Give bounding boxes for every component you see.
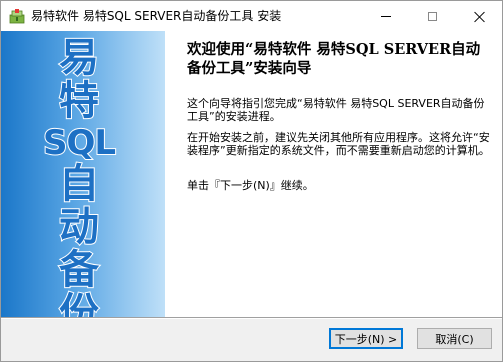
minimize-icon bbox=[381, 15, 391, 17]
banner-char: 自 bbox=[58, 161, 100, 207]
close-apps-text: 在开始安装之前，建议先关闭其他所有应用程序。这将允许“安装程序”更新指定的系统文… bbox=[187, 131, 490, 157]
welcome-heading: 欢迎使用“易特软件 易特SQL SERVER自动备份工具”安装向导 bbox=[187, 41, 481, 77]
banner-char: SQL bbox=[42, 122, 117, 164]
installer-window: 易特软件 易特SQL SERVER自动备份工具 安装 易 特 SQL 自 动 备… bbox=[0, 0, 503, 362]
banner-char: 易 bbox=[58, 35, 100, 81]
close-icon bbox=[474, 11, 485, 22]
banner-char: 特 bbox=[58, 78, 100, 124]
side-banner: 易 特 SQL 自 动 备 份 bbox=[1, 31, 165, 317]
window-title: 易特软件 易特SQL SERVER自动备份工具 安装 bbox=[31, 9, 282, 23]
title-bar[interactable]: 易特软件 易特SQL SERVER自动备份工具 安装 bbox=[1, 1, 502, 31]
maximize-icon bbox=[427, 11, 437, 21]
footer-divider-highlight bbox=[1, 318, 502, 319]
minimize-button[interactable] bbox=[363, 1, 409, 31]
banner-char: 份 bbox=[58, 290, 100, 318]
close-button[interactable] bbox=[456, 1, 502, 31]
intro-text: 这个向导将指引您完成“易特软件 易特SQL SERVER自动备份工具”的安装进程… bbox=[187, 97, 485, 123]
content-pane: 欢迎使用“易特软件 易特SQL SERVER自动备份工具”安装向导 这个向导将指… bbox=[165, 31, 502, 317]
continue-text: 单击『下一步(N)』继续。 bbox=[187, 179, 314, 192]
banner-char: 备 bbox=[58, 247, 100, 293]
cancel-button[interactable]: 取消(C) bbox=[417, 328, 492, 349]
banner-title: 易 特 SQL 自 动 备 份 bbox=[39, 35, 119, 318]
maximize-button bbox=[409, 1, 455, 31]
installer-icon bbox=[9, 9, 25, 24]
next-button[interactable]: 下一步(N) > bbox=[329, 328, 403, 349]
banner-char: 动 bbox=[58, 204, 100, 250]
